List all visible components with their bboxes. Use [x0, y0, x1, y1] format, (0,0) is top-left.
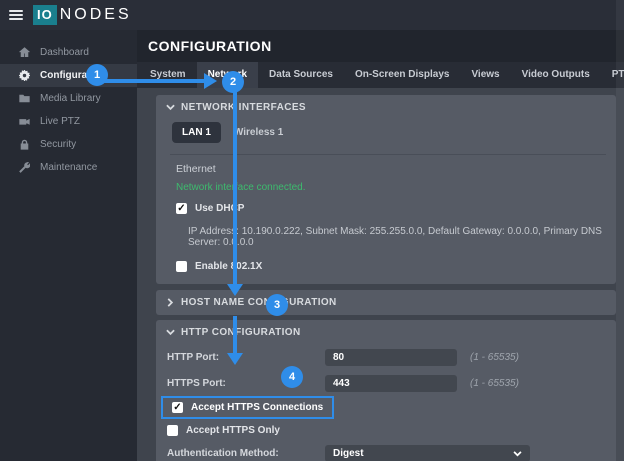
sidebar-item-label: Maintenance	[40, 162, 97, 173]
logo-io-badge: IO	[33, 5, 57, 25]
vertical-scrollbar[interactable]	[616, 0, 624, 461]
tab-video-outputs[interactable]: Video Outputs	[511, 62, 601, 88]
enable-8021x-row: Enable 802.1X	[156, 261, 616, 272]
ionodes-logo: IO NODES	[33, 5, 132, 25]
https-port-hint: (1 - 65535)	[470, 378, 519, 389]
top-bar: IO NODES	[0, 0, 624, 30]
arrow-3-line	[233, 316, 237, 353]
accept-https-only-row: Accept HTTPS Only	[156, 425, 616, 436]
ip-summary-text: IP Address: 10.190.0.222, Subnet Mask: 2…	[156, 226, 616, 248]
auth-method-value: Digest	[333, 448, 364, 459]
auth-method-row: Authentication Method: Digest	[156, 445, 616, 461]
folder-icon	[18, 93, 30, 105]
step-2-badge: 2	[222, 71, 244, 93]
wrench-icon	[18, 162, 30, 174]
panel-title: HTTP CONFIGURATION	[181, 327, 301, 338]
http-configuration-header[interactable]: HTTP CONFIGURATION	[156, 320, 616, 340]
lan1-tab[interactable]: LAN 1	[172, 122, 221, 143]
page-header: CONFIGURATION	[137, 30, 624, 62]
check-icon: ✓	[173, 402, 181, 413]
network-interfaces-panel: NETWORK INTERFACES LAN 1 Wireless 1 Ethe…	[156, 95, 616, 284]
https-port-row: HTTPS Port: 443 (1 - 65535)	[156, 375, 616, 392]
http-port-input[interactable]: 80	[325, 349, 457, 366]
camera-icon	[18, 116, 30, 128]
chevron-right-icon	[166, 299, 175, 306]
use-dhcp-label: Use DHCP	[195, 203, 244, 214]
sidebar-item-security[interactable]: Security	[0, 133, 137, 156]
accept-https-label: Accept HTTPS Connections	[191, 402, 323, 413]
page-title: CONFIGURATION	[148, 38, 272, 54]
step-3-badge: 3	[266, 294, 288, 316]
lock-icon	[18, 139, 30, 151]
panel-title: HOST NAME CONFIGURATION	[181, 297, 337, 308]
auth-method-select[interactable]: Digest	[325, 445, 530, 461]
sidebar-item-label: Live PTZ	[40, 116, 80, 127]
http-configuration-panel: HTTP CONFIGURATION HTTP Port: 80 (1 - 65…	[156, 320, 616, 461]
host-name-header[interactable]: HOST NAME CONFIGURATION	[156, 290, 616, 315]
sidebar-item-label: Media Library	[40, 93, 101, 104]
sidebar-item-media-library[interactable]: Media Library	[0, 87, 137, 110]
use-dhcp-checkbox[interactable]: ✓	[176, 203, 187, 214]
app-window: IO NODES Dashboard Configuration Media L…	[0, 0, 624, 461]
network-interfaces-header[interactable]: NETWORK INTERFACES	[156, 95, 616, 118]
step-4-badge: 4	[281, 366, 303, 388]
sidebar-item-label: Dashboard	[40, 47, 89, 58]
http-port-hint: (1 - 65535)	[470, 352, 519, 363]
accept-https-checkbox[interactable]: ✓	[172, 402, 183, 413]
main-area: CONFIGURATION System Network Data Source…	[137, 30, 624, 461]
accept-https-only-checkbox[interactable]	[167, 425, 178, 436]
panel-title: NETWORK INTERFACES	[181, 102, 306, 113]
chevron-down-icon	[513, 451, 522, 457]
enable-8021x-label: Enable 802.1X	[195, 261, 262, 272]
accept-https-highlight-box: ✓ Accept HTTPS Connections	[161, 396, 334, 419]
check-icon: ✓	[177, 203, 185, 214]
https-port-input[interactable]: 443	[325, 375, 457, 392]
content-area: NETWORK INTERFACES LAN 1 Wireless 1 Ethe…	[137, 88, 624, 461]
home-icon	[18, 47, 30, 59]
tab-views[interactable]: Views	[460, 62, 510, 88]
sidebar: Dashboard Configuration Media Library Li…	[0, 30, 137, 461]
arrow-1-line	[104, 79, 205, 83]
sidebar-item-maintenance[interactable]: Maintenance	[0, 156, 137, 179]
sidebar-item-configuration[interactable]: Configuration	[0, 64, 137, 87]
tab-on-screen-displays[interactable]: On-Screen Displays	[344, 62, 460, 88]
arrow-1-head-icon	[204, 73, 217, 89]
tab-system[interactable]: System	[139, 62, 197, 88]
gear-icon	[18, 70, 30, 82]
wireless1-tab[interactable]: Wireless 1	[234, 127, 283, 138]
step-1-badge: 1	[86, 64, 108, 86]
arrow-3-head-icon	[227, 353, 243, 365]
host-name-panel: HOST NAME CONFIGURATION	[156, 290, 616, 315]
sidebar-item-label: Security	[40, 139, 76, 150]
enable-8021x-checkbox[interactable]	[176, 261, 187, 272]
connection-status-text: Network interface connected.	[156, 182, 616, 193]
http-port-row: HTTP Port: 80 (1 - 65535)	[156, 349, 616, 366]
logo-nodes-text: NODES	[60, 6, 132, 24]
tab-data-sources[interactable]: Data Sources	[258, 62, 344, 88]
accept-https-only-label: Accept HTTPS Only	[186, 425, 280, 436]
sidebar-item-live-ptz[interactable]: Live PTZ	[0, 110, 137, 133]
arrow-2-line	[233, 92, 237, 284]
menu-icon[interactable]	[9, 10, 23, 20]
ethernet-label: Ethernet	[156, 163, 616, 175]
use-dhcp-row: ✓ Use DHCP	[156, 203, 616, 214]
auth-method-label: Authentication Method:	[167, 448, 325, 459]
chevron-down-icon	[166, 104, 175, 111]
interface-tabs: LAN 1 Wireless 1	[156, 122, 616, 143]
arrow-2-head-icon	[227, 284, 243, 296]
http-port-label: HTTP Port:	[167, 352, 325, 363]
sidebar-item-dashboard[interactable]: Dashboard	[0, 41, 137, 64]
chevron-down-icon	[166, 329, 175, 336]
